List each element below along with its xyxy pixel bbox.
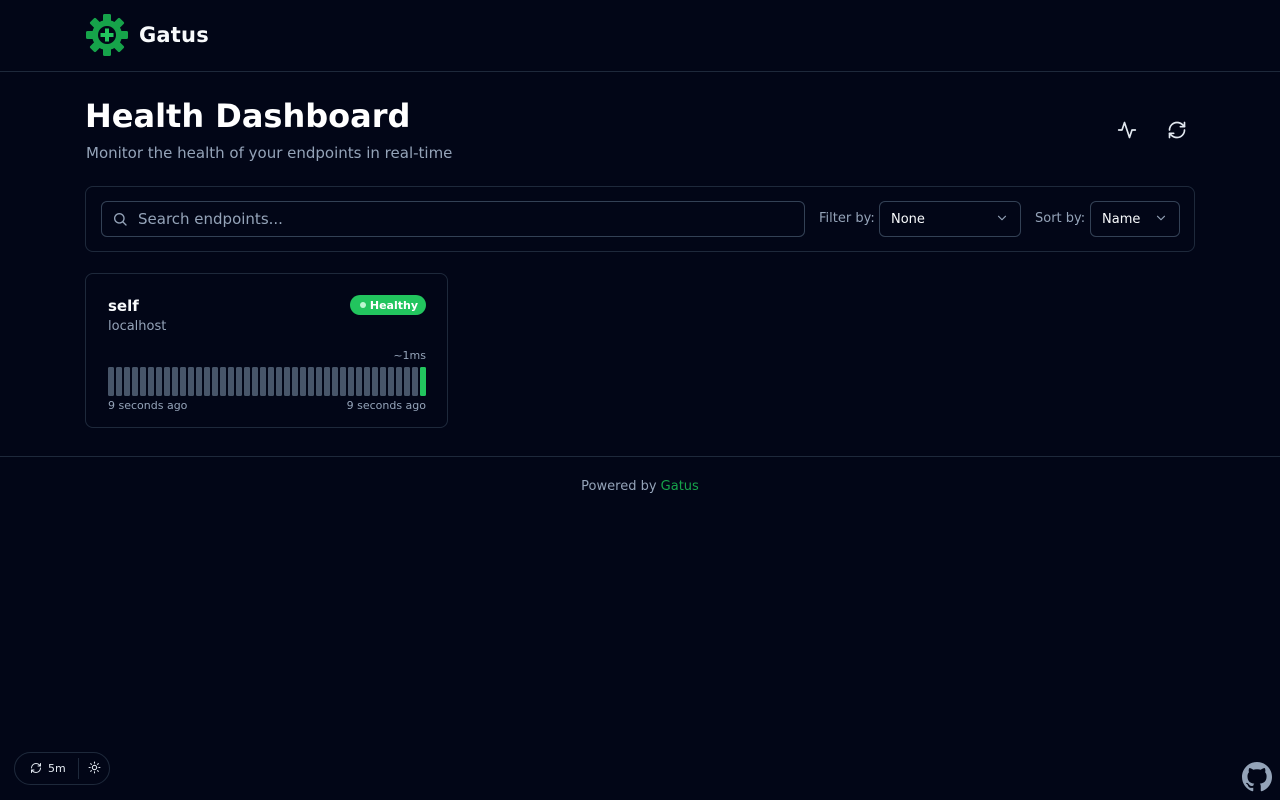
- gear-plus-logo-icon: [85, 13, 129, 57]
- search-box[interactable]: [101, 201, 805, 237]
- github-link[interactable]: [1242, 762, 1272, 792]
- search-input[interactable]: [138, 202, 798, 236]
- result-bar-empty: [124, 367, 130, 396]
- newest-result-time: 9 seconds ago: [346, 399, 426, 412]
- oldest-result-time: 9 seconds ago: [108, 399, 188, 412]
- result-bar-empty: [156, 367, 162, 396]
- sort-select-value: Name: [1102, 211, 1141, 227]
- result-bar-empty: [396, 367, 402, 396]
- result-bar-empty: [140, 367, 146, 396]
- status-badge: Healthy: [349, 295, 426, 315]
- endpoint-name: self: [108, 297, 139, 315]
- result-bar-success[interactable]: [420, 367, 426, 396]
- result-bar-empty: [340, 367, 346, 396]
- result-bar-empty: [188, 367, 194, 396]
- result-bar-empty: [404, 367, 410, 396]
- result-bar-empty: [108, 367, 114, 396]
- result-bar-empty: [212, 367, 218, 396]
- result-bar-empty: [348, 367, 354, 396]
- result-bar-empty: [180, 367, 186, 396]
- result-bar-empty: [260, 367, 266, 396]
- result-bar-empty: [268, 367, 274, 396]
- filter-select[interactable]: None: [879, 201, 1021, 237]
- refresh-interval-label: 5m: [48, 762, 66, 775]
- endpoint-group: localhost: [108, 319, 167, 334]
- result-bar-empty: [324, 367, 330, 396]
- result-bar-empty: [148, 367, 154, 396]
- page-title: Health Dashboard: [85, 97, 411, 135]
- footer-divider: [0, 456, 1280, 457]
- endpoint-card[interactable]: self localhost Healthy ~1ms 9 seconds ag…: [85, 273, 448, 428]
- result-bar-empty: [164, 367, 170, 396]
- result-bar-empty: [204, 367, 210, 396]
- result-bar-empty: [172, 367, 178, 396]
- result-bar-empty: [284, 367, 290, 396]
- auto-refresh-button[interactable]: 5m: [15, 753, 78, 784]
- analytics-button[interactable]: [1112, 117, 1142, 147]
- refresh-icon: [1167, 120, 1187, 144]
- status-dot: [359, 302, 366, 308]
- result-bar-empty: [236, 367, 242, 396]
- search-icon: [112, 211, 128, 227]
- chevron-down-icon: [995, 210, 1009, 229]
- response-time: ~1ms: [393, 349, 426, 362]
- sort-label: Sort by:: [1035, 211, 1086, 226]
- bottom-controls: 5m: [14, 752, 110, 785]
- chevron-down-icon: [1154, 210, 1168, 229]
- result-bar-empty: [316, 367, 322, 396]
- footer-gatus-link[interactable]: Gatus: [661, 479, 699, 494]
- result-bar-empty: [196, 367, 202, 396]
- activity-icon: [1117, 120, 1137, 144]
- brand-name: Gatus: [139, 23, 209, 47]
- refresh-icon: [30, 759, 42, 778]
- page-subtitle: Monitor the health of your endpoints in …: [86, 144, 453, 162]
- result-bar-empty: [308, 367, 314, 396]
- result-bar-empty: [132, 367, 138, 396]
- refresh-button[interactable]: [1162, 117, 1192, 147]
- filter-label: Filter by:: [819, 211, 875, 226]
- theme-toggle-button[interactable]: [79, 753, 109, 784]
- result-bar-empty: [380, 367, 386, 396]
- filter-select-value: None: [891, 211, 925, 227]
- footer: Powered by Gatus: [0, 479, 1280, 494]
- result-bar-empty: [116, 367, 122, 396]
- result-bar-empty: [292, 367, 298, 396]
- result-bar-empty: [364, 367, 370, 396]
- result-bar-empty: [372, 367, 378, 396]
- github-icon: [1242, 762, 1272, 796]
- result-bar-empty: [228, 367, 234, 396]
- result-bar-empty: [244, 367, 250, 396]
- brand-link[interactable]: Gatus: [85, 13, 209, 57]
- result-bar-empty: [276, 367, 282, 396]
- result-history-bars: [108, 367, 426, 396]
- status-badge-label: Healthy: [369, 298, 418, 312]
- result-bar-empty: [412, 367, 418, 396]
- sort-select[interactable]: Name: [1090, 201, 1180, 237]
- footer-prefix: Powered by: [581, 479, 657, 494]
- top-navbar: Gatus: [0, 0, 1280, 72]
- sun-icon: [88, 759, 101, 778]
- filter-toolbar: Filter by: None Sort by: Name: [85, 186, 1195, 252]
- result-bar-empty: [220, 367, 226, 396]
- result-bar-empty: [300, 367, 306, 396]
- result-bar-empty: [332, 367, 338, 396]
- result-bar-empty: [388, 367, 394, 396]
- result-bar-empty: [356, 367, 362, 396]
- result-bar-empty: [252, 367, 258, 396]
